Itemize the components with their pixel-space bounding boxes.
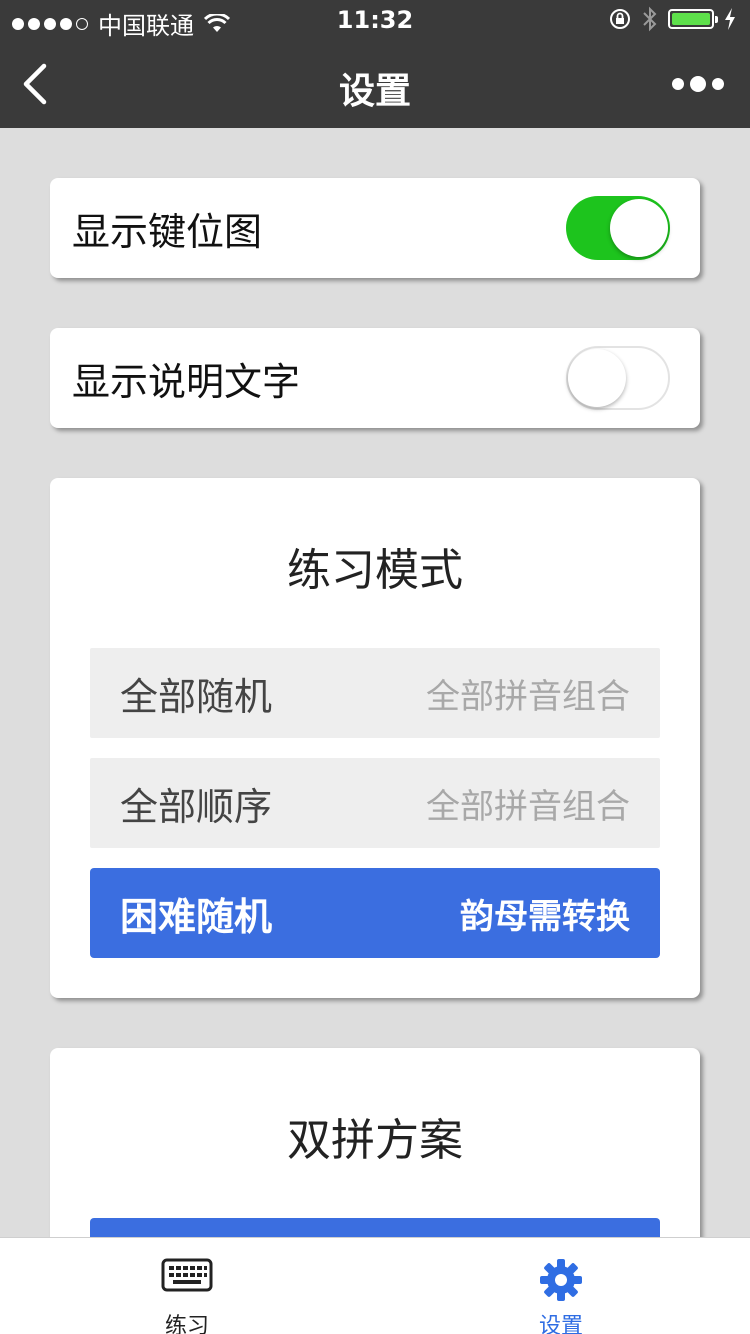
practice-mode-card: 练习模式 全部随机 全部拼音组合 全部顺序 全部拼音组合 困难随机 韵母需转换 bbox=[50, 478, 700, 998]
bluetooth-icon bbox=[643, 6, 657, 32]
orientation-lock-icon bbox=[610, 9, 630, 29]
status-right bbox=[608, 6, 736, 32]
keyboard-icon bbox=[161, 1258, 213, 1292]
option-all-random[interactable]: 全部随机 全部拼音组合 bbox=[90, 648, 660, 738]
toggle-row-keymap: 显示键位图 bbox=[50, 178, 700, 278]
toggle-label: 显示键位图 bbox=[72, 209, 263, 254]
battery-icon bbox=[668, 9, 718, 29]
nav-bar: 设置 bbox=[0, 40, 750, 128]
toggle-row-description: 显示说明文字 bbox=[50, 328, 700, 428]
option-name: 全部随机 bbox=[120, 674, 273, 719]
status-bar: 中国联通 11:32 bbox=[0, 0, 750, 40]
option-hard-random[interactable]: 困难随机 韵母需转换 bbox=[90, 868, 660, 958]
tab-bar: 练习 设置 bbox=[0, 1237, 750, 1334]
practice-mode-title: 练习模式 bbox=[287, 545, 463, 596]
tab-settings[interactable]: 设置 bbox=[461, 1238, 661, 1334]
description-switch[interactable] bbox=[566, 346, 670, 410]
option-desc: 全部拼音组合 bbox=[426, 786, 630, 827]
charging-icon bbox=[725, 8, 735, 30]
toggle-label: 显示说明文字 bbox=[72, 359, 301, 404]
tab-practice[interactable]: 练习 bbox=[87, 1238, 287, 1334]
option-name: 全部顺序 bbox=[120, 784, 273, 829]
option-desc: 全部拼音组合 bbox=[426, 676, 630, 717]
toggle-card-description: 显示说明文字 bbox=[50, 328, 700, 428]
scheme-title: 双拼方案 bbox=[287, 1115, 463, 1166]
page-title: 设置 bbox=[338, 71, 411, 112]
option-desc: 韵母需转换 bbox=[460, 896, 630, 937]
tab-label: 练习 bbox=[164, 1314, 209, 1334]
gear-icon bbox=[540, 1259, 582, 1301]
option-name: 困难随机 bbox=[120, 894, 273, 939]
keymap-switch[interactable] bbox=[566, 196, 670, 260]
toggle-card-keymap: 显示键位图 bbox=[50, 178, 700, 278]
tab-label: 设置 bbox=[538, 1314, 583, 1334]
more-options-icon[interactable] bbox=[672, 76, 724, 92]
option-all-sequential[interactable]: 全部顺序 全部拼音组合 bbox=[90, 758, 660, 848]
